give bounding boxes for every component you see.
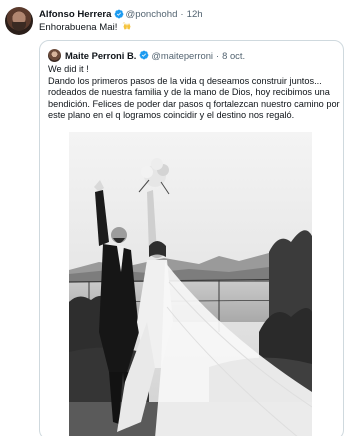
wedding-photo-image [69,132,312,436]
tweet-text-content: Enhorabuena Mai! [39,22,118,33]
author-name[interactable]: Alfonso Herrera [39,9,112,20]
quoted-timestamp: 8 oct. [222,49,246,61]
quoted-line: rodeados de nuestra familia y de la mano… [48,87,330,98]
verified-badge-icon [114,9,123,19]
quoted-header: Maite Perroni B. @maiteperroni · 8 oct. [48,48,245,62]
tweet[interactable]: Alfonso Herrera @ponchohd · 12h Enhorabu… [0,0,350,436]
quoted-author-handle: @maiteperroni [151,49,213,61]
wedding-photo[interactable] [69,132,312,436]
quoted-text: We did it ! Dando los primeros pasos de … [48,64,340,122]
quoted-line: Dando los primeros pasos de la vida q de… [48,75,322,86]
raising-hands-icon [122,21,131,30]
quoted-avatar [48,48,61,62]
verified-badge-icon [140,50,149,60]
separator: · [180,8,184,20]
timestamp[interactable]: 12h [187,9,203,20]
tweet-text: Enhorabuena Mai! [39,21,132,33]
quoted-line: We did it ! [48,64,89,74]
quoted-line: bendición. Felices de poder dar pasos q … [48,98,340,109]
avatar[interactable] [5,7,33,35]
separator: · [216,49,220,61]
quoted-author-name: Maite Perroni B. [65,49,137,61]
quoted-tweet[interactable]: Maite Perroni B. @maiteperroni · 8 oct. … [39,40,344,436]
quoted-line: este plano en el q logramos coincidir y … [48,110,295,121]
author-handle[interactable]: @ponchohd [126,9,178,20]
tweet-header: Alfonso Herrera @ponchohd · 12h [39,6,203,22]
